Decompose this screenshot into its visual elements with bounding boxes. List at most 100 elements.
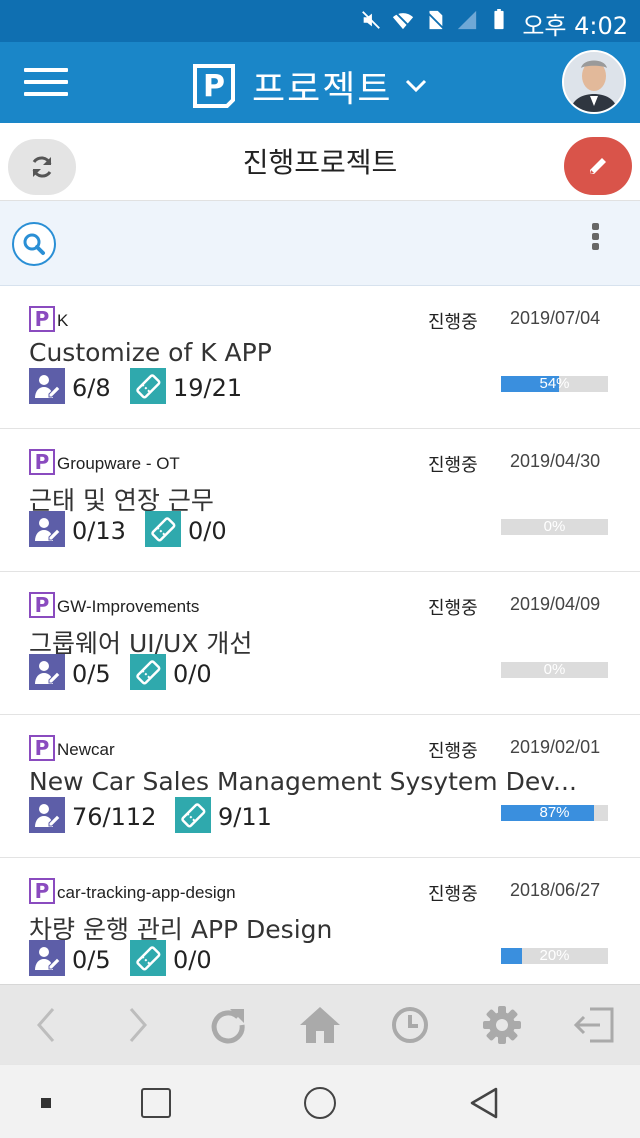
history-button[interactable] — [388, 1005, 432, 1045]
members-icon — [29, 797, 65, 833]
members-icon — [29, 368, 65, 404]
svg-text:P: P — [203, 69, 225, 104]
project-item[interactable]: P GW-Improvements 진행중 2019/04/09 그룹웨어 UI/UX … — [0, 572, 640, 715]
system-nav-bar — [0, 1064, 640, 1138]
project-item[interactable]: P Groupware - OT 진행중 2019/04/30 근태 및 연장 근무 0/… — [0, 429, 640, 572]
app-title-dropdown[interactable]: P 프로젝트 — [192, 60, 428, 112]
progress-label: 20% — [539, 948, 570, 964]
signal-icon — [457, 10, 477, 30]
project-badge-icon: P — [29, 306, 55, 332]
project-item[interactable]: P Newcar 진행중 2019/02/01 New Car Sales Manag… — [0, 715, 640, 858]
members-icon — [29, 940, 65, 976]
project-badge-icon: P — [29, 878, 55, 904]
project-logo-icon: P — [193, 64, 235, 108]
circle-icon — [304, 1087, 336, 1119]
chevron-down-icon — [406, 79, 427, 93]
home-nav-button[interactable] — [300, 1083, 340, 1123]
project-status: 진행중 — [428, 598, 478, 619]
project-item[interactable]: P K 진행중 2019/07/04 Customize of K APP 6/8 19/2… — [0, 286, 640, 429]
progress-bar: 20% — [501, 948, 608, 964]
pencil-icon — [590, 158, 606, 174]
progress-bar: 54% — [501, 376, 608, 392]
search-button[interactable] — [12, 222, 56, 266]
members-count: 76/112 — [72, 803, 157, 831]
project-date: 2019/04/09 — [510, 594, 601, 614]
progress-label: 0% — [543, 662, 566, 678]
more-options-button[interactable] — [592, 223, 602, 255]
progress-bar: 0% — [501, 519, 608, 535]
avatar[interactable] — [562, 50, 626, 114]
tasks-count: 0/0 — [188, 517, 227, 545]
project-status: 진행중 — [428, 884, 478, 905]
user-photo-icon — [564, 52, 624, 112]
mute-icon — [362, 11, 380, 29]
home-button[interactable] — [298, 1005, 342, 1045]
back-nav-button[interactable] — [464, 1083, 504, 1123]
project-code: K — [57, 311, 69, 330]
project-status: 진행중 — [428, 455, 478, 476]
status-icons — [360, 9, 510, 31]
app-title: 프로젝트 — [252, 69, 393, 110]
members-icon — [29, 511, 65, 547]
app-header: P 프로젝트 — [0, 42, 640, 123]
members-count: 0/13 — [72, 517, 126, 545]
back-button[interactable] — [24, 1005, 68, 1045]
reload-icon — [211, 1009, 245, 1044]
clock-icon — [392, 1007, 428, 1043]
members-count: 0/5 — [72, 660, 111, 688]
progress-label: 54% — [539, 376, 570, 392]
triangle-back-icon — [470, 1087, 498, 1119]
tasks-count: 9/11 — [218, 803, 272, 831]
project-item[interactable]: Pcar-tracking-app-design 진행중 2018/06/27 차량 … — [0, 858, 640, 984]
wifi-icon — [392, 10, 414, 30]
chevron-left-icon — [37, 1008, 55, 1042]
project-badge-icon: P — [29, 449, 55, 475]
tasks-icon — [130, 654, 166, 690]
status-bar: 오후 4:02 — [0, 0, 640, 42]
project-status: 진행중 — [428, 312, 478, 333]
project-badge-icon: P — [29, 592, 55, 618]
status-time: 오후 4:02 — [522, 12, 628, 40]
members-icon — [29, 654, 65, 690]
chevron-right-icon — [129, 1008, 147, 1042]
project-date: 2019/07/04 — [510, 308, 601, 328]
search-bar — [0, 201, 640, 286]
menu-button[interactable] — [24, 68, 68, 98]
logout-button[interactable] — [572, 1005, 616, 1045]
project-status: 진행중 — [428, 741, 478, 762]
forward-button[interactable] — [116, 1005, 160, 1045]
recent-apps-button[interactable] — [136, 1083, 176, 1123]
logout-icon — [573, 1007, 614, 1043]
page-title: 진행프로젝트 — [242, 146, 398, 179]
project-code: GW-Improvements — [57, 597, 200, 616]
project-code: car-tracking-app-design — [57, 883, 236, 902]
system-dot-button[interactable] — [36, 1083, 56, 1123]
project-code: Newcar — [57, 740, 115, 759]
settings-button[interactable] — [480, 1005, 524, 1045]
home-icon — [300, 1007, 340, 1043]
new-project-button[interactable] — [564, 137, 632, 195]
tasks-count: 0/0 — [173, 946, 212, 974]
progress-label: 0% — [543, 519, 566, 535]
project-date: 2018/06/27 — [510, 880, 601, 900]
project-code: Groupware - OT — [57, 454, 180, 473]
tasks-count: 19/21 — [173, 374, 243, 402]
tasks-icon — [145, 511, 181, 547]
reload-button[interactable] — [206, 1005, 250, 1045]
members-count: 0/5 — [72, 946, 111, 974]
progress-bar: 0% — [501, 662, 608, 678]
project-name: New Car Sales Management Sysytem Dev... — [29, 767, 577, 796]
search-icon — [23, 233, 45, 255]
square-icon — [141, 1088, 171, 1118]
dot-icon — [41, 1098, 51, 1108]
sub-header: 진행프로젝트 — [0, 123, 640, 201]
project-name: Customize of K APP — [29, 338, 272, 367]
tasks-count: 0/0 — [173, 660, 212, 688]
tasks-icon — [130, 940, 166, 976]
project-name: 차량 운행 관리 APP Design — [29, 915, 333, 944]
progress-bar: 87% — [501, 805, 608, 821]
project-date: 2019/02/01 — [510, 737, 601, 757]
project-list: P K 진행중 2019/07/04 Customize of K APP 6/8 19/2… — [0, 286, 640, 984]
no-sim-icon — [426, 10, 444, 30]
gear-icon — [483, 1006, 521, 1044]
